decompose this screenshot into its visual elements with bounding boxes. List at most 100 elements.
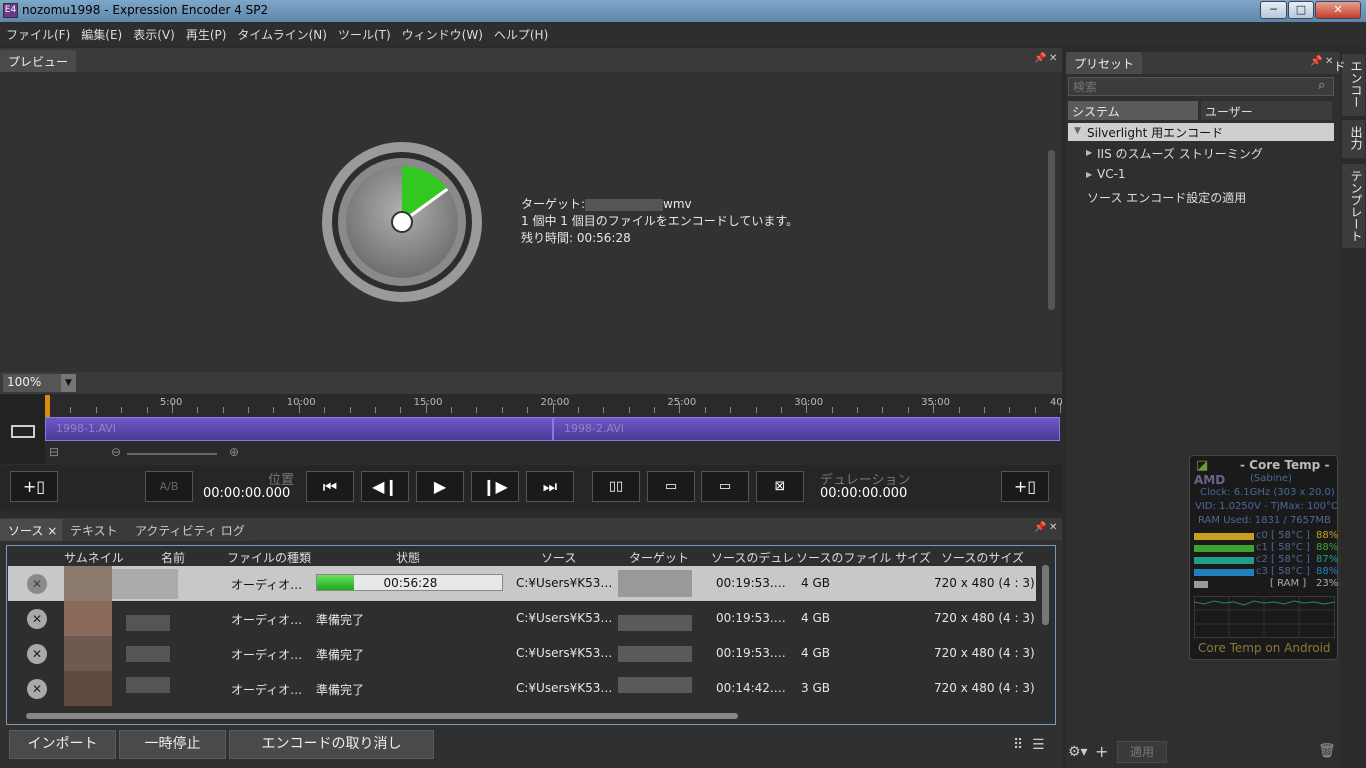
close-icon[interactable]: ✕ bbox=[1049, 53, 1057, 64]
step-back-button[interactable]: ◀❙ bbox=[361, 471, 409, 502]
ruler-label: 5:00 bbox=[159, 397, 183, 408]
col-duration[interactable]: ソースのデュレ bbox=[711, 549, 794, 566]
gear-icon[interactable]: ⚙▾ bbox=[1068, 744, 1088, 760]
timeline-zoom-slider[interactable] bbox=[127, 453, 217, 455]
coretemp-footer[interactable]: Core Temp on Android bbox=[1198, 641, 1331, 655]
list-view-icon[interactable]: ☰ bbox=[1032, 737, 1045, 753]
col-name[interactable]: 名前 bbox=[161, 549, 185, 566]
col-target[interactable]: ターゲット bbox=[629, 549, 689, 566]
file-size: 3 GB bbox=[801, 681, 830, 695]
thumbnail bbox=[64, 671, 112, 706]
tab-encode[interactable]: エンコード bbox=[1332, 54, 1365, 116]
timeline-clip[interactable]: 1998-1.AVI bbox=[45, 417, 553, 441]
expand-icon[interactable]: ▶ bbox=[1086, 148, 1092, 157]
grid-view-icon[interactable]: ⠿ bbox=[1013, 737, 1023, 753]
film-strip-button[interactable]: ▭ bbox=[647, 471, 695, 502]
tab-preset[interactable]: プリセット bbox=[1066, 52, 1143, 74]
ruler-tick bbox=[704, 407, 706, 413]
import-button[interactable]: インポート bbox=[9, 730, 116, 759]
split-button[interactable]: ▯▯ bbox=[592, 471, 640, 502]
remove-icon[interactable]: ✕ bbox=[27, 644, 47, 664]
pause-button[interactable]: 一時停止 bbox=[119, 730, 226, 759]
target-ext: wmv bbox=[663, 197, 692, 211]
play-button[interactable]: ▶ bbox=[416, 471, 464, 502]
ruler-tick bbox=[349, 407, 351, 413]
tab-template[interactable]: テンプレート bbox=[1342, 164, 1365, 248]
col-thumbnail[interactable]: サムネイル bbox=[64, 549, 124, 566]
remove-icon[interactable]: ✕ bbox=[27, 679, 47, 699]
col-source[interactable]: ソース bbox=[541, 549, 576, 566]
zoom-in-icon[interactable]: ⊕ bbox=[229, 445, 239, 459]
core-temp-gadget[interactable]: ◪ - Core Temp - AMD (Sabine) Clock: 6.1G… bbox=[1189, 455, 1338, 660]
col-type[interactable]: ファイルの種類 bbox=[227, 549, 311, 566]
menu-tools[interactable]: ツール(T) bbox=[332, 22, 396, 43]
menu-edit[interactable]: 編集(E) bbox=[75, 22, 127, 43]
remove-icon[interactable]: ✕ bbox=[27, 574, 47, 594]
menu-view[interactable]: 表示(V) bbox=[127, 22, 180, 43]
tree-item-vc1[interactable]: VC-1 bbox=[1097, 167, 1126, 181]
menu-play[interactable]: 再生(P) bbox=[180, 22, 232, 43]
tree-item-iis[interactable]: IIS のスムーズ ストリーミング bbox=[1097, 145, 1263, 162]
vertical-scrollbar[interactable] bbox=[1042, 565, 1049, 625]
close-icon[interactable]: ✕ bbox=[1049, 522, 1057, 533]
tab-output[interactable]: 出力 bbox=[1342, 120, 1365, 158]
maximize-button[interactable]: □ bbox=[1288, 1, 1314, 19]
pin-icon[interactable]: 📌 bbox=[1034, 522, 1046, 533]
tab-activity-log[interactable]: アクティビティ ログ bbox=[127, 519, 253, 541]
table-row[interactable]: ✕ オーディオ… 準備完了 C:¥Users¥K53… 00:19:53.… 4… bbox=[8, 601, 1036, 636]
skip-to-end-button[interactable]: ⏭ bbox=[526, 471, 574, 502]
zoom-select[interactable]: 100% bbox=[3, 374, 61, 392]
table-row[interactable]: ✕ オーディオ… 準備完了 C:¥Users¥K53… 00:19:53.… 4… bbox=[8, 636, 1036, 671]
cpu-codename: (Sabine) bbox=[1250, 473, 1292, 484]
tab-source[interactable]: ソース × bbox=[0, 519, 66, 541]
remove-segment-button[interactable]: ⊠ bbox=[756, 471, 804, 502]
tab-user[interactable]: ユーザー bbox=[1201, 101, 1332, 120]
trash-icon[interactable]: 🗑 bbox=[1318, 743, 1336, 759]
close-button[interactable]: ✕ bbox=[1315, 1, 1361, 19]
ruler-tick bbox=[1034, 407, 1036, 413]
ab-compare-button[interactable]: A/B bbox=[145, 471, 193, 502]
window-title: nozomu1998 - Expression Encoder 4 SP2 bbox=[22, 3, 269, 17]
pin-icon[interactable]: 📌 bbox=[1034, 53, 1046, 64]
chevron-down-icon[interactable]: ▼ bbox=[61, 374, 76, 392]
zoom-row bbox=[0, 372, 1062, 394]
col-status[interactable]: 状態 bbox=[396, 549, 420, 566]
expand-icon[interactable]: ▼ bbox=[1074, 126, 1081, 136]
remove-icon[interactable]: ✕ bbox=[27, 609, 47, 629]
add-icon[interactable]: + bbox=[1095, 742, 1108, 761]
col-filesize[interactable]: ソースのファイル サイズ bbox=[796, 549, 931, 566]
preset-search-input[interactable] bbox=[1068, 77, 1334, 96]
menu-file[interactable]: ファイル(F) bbox=[0, 22, 75, 43]
search-icon[interactable]: ⌕ bbox=[1318, 78, 1325, 93]
menu-window[interactable]: ウィンドウ(W) bbox=[396, 22, 488, 43]
tab-system[interactable]: システム bbox=[1068, 101, 1198, 120]
expand-icon[interactable]: ▶ bbox=[1086, 170, 1092, 179]
duration: 00:19:53.… bbox=[716, 646, 786, 660]
tab-text[interactable]: テキスト bbox=[62, 519, 126, 541]
playhead[interactable] bbox=[45, 395, 50, 417]
tree-item-selected[interactable]: ▼ Silverlight 用エンコード bbox=[1068, 123, 1334, 141]
tab-preview[interactable]: プレビュー bbox=[0, 50, 77, 72]
mark-out-button[interactable]: +▯ bbox=[1001, 471, 1049, 502]
track-icon[interactable]: ⊟ bbox=[49, 445, 59, 459]
tree-item-source-settings[interactable]: ソース エンコード設定の適用 bbox=[1087, 189, 1246, 206]
apply-button[interactable]: 適用 bbox=[1117, 741, 1167, 763]
cpu-clock: Clock: 6.1GHz (303 x 20.0) bbox=[1200, 487, 1335, 498]
mark-in-button[interactable]: +▯ bbox=[10, 471, 58, 502]
menu-help[interactable]: ヘルプ(H) bbox=[488, 22, 553, 43]
film-frame-button[interactable]: ▭ bbox=[701, 471, 749, 502]
zoom-out-icon[interactable]: ⊖ bbox=[111, 445, 121, 459]
col-size[interactable]: ソースのサイズ bbox=[941, 549, 1024, 566]
preview-scrollbar[interactable] bbox=[1048, 150, 1055, 310]
pin-icon[interactable]: 📌 bbox=[1310, 56, 1322, 67]
row-status: 準備完了 bbox=[316, 648, 365, 662]
menu-timeline[interactable]: タイムライン(N) bbox=[231, 22, 332, 43]
table-row[interactable]: ✕ オーディオ… 準備完了 C:¥Users¥K53… 00:14:42.… 3… bbox=[8, 671, 1036, 706]
skip-to-start-button[interactable]: ⏮ bbox=[306, 471, 354, 502]
minimize-button[interactable]: ─ bbox=[1260, 1, 1287, 19]
cancel-encode-button[interactable]: エンコードの取り消し bbox=[229, 730, 434, 759]
step-forward-button[interactable]: ❙▶ bbox=[471, 471, 519, 502]
timeline-clip[interactable]: 1998-2.AVI bbox=[553, 417, 1060, 441]
table-row[interactable]: ✕ オーディオ… 00:56:28 C:¥Users¥K53… 00:19:53… bbox=[8, 566, 1036, 601]
horizontal-scrollbar[interactable] bbox=[26, 713, 738, 719]
